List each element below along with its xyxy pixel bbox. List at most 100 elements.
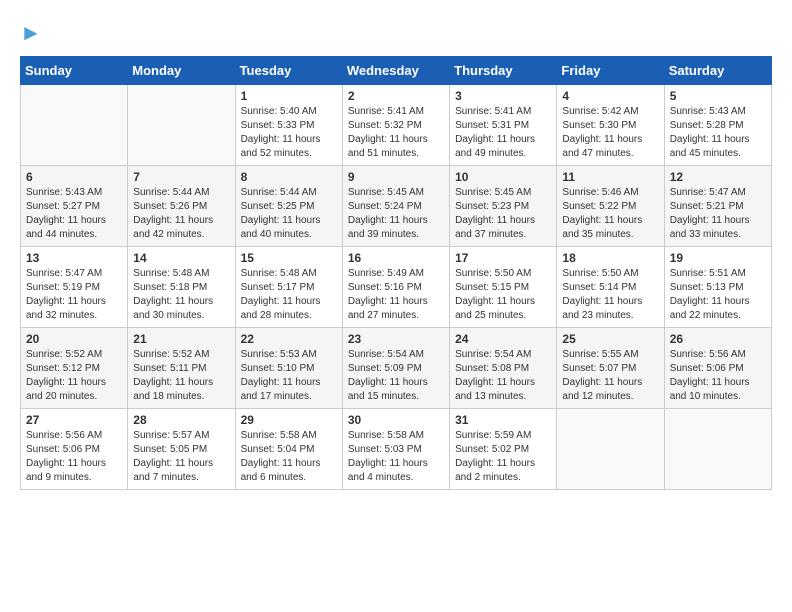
- day-info: Sunrise: 5:44 AMSunset: 5:25 PMDaylight:…: [241, 186, 337, 242]
- calendar-cell: [664, 409, 771, 490]
- calendar-cell: 9 Sunrise: 5:45 AMSunset: 5:24 PMDaylight…: [342, 166, 449, 247]
- week-row-3: 13Sunrise: 5:47 AMSunset: 5:19 PMDayligh…: [21, 247, 772, 328]
- calendar-cell: 16 Sunrise: 5:49 AMSunset: 5:16 PMDayligh…: [342, 247, 449, 328]
- calendar-cell: 2Sunrise: 5:41 AMSunset: 5:32 PMDaylight…: [342, 85, 449, 166]
- day-number: 14: [133, 251, 229, 265]
- logo-text: ►: [20, 20, 42, 46]
- weekday-header-row: SundayMondayTuesdayWednesdayThursdayFrid…: [21, 57, 772, 85]
- day-number: 9: [348, 170, 444, 184]
- day-info: Sunrise: 5:47 AMSunset: 5:19 PMDaylight:…: [26, 267, 122, 323]
- day-info: Sunrise: 5:41 AMSunset: 5:31 PMDaylight:…: [455, 105, 551, 161]
- calendar-cell: 14 Sunrise: 5:48 AMSunset: 5:18 PMDayligh…: [128, 247, 235, 328]
- day-number: 19: [670, 251, 766, 265]
- day-info: Sunrise: 5:51 AMSunset: 5:13 PMDaylight:…: [670, 267, 766, 323]
- calendar-cell: 8 Sunrise: 5:44 AMSunset: 5:25 PMDaylight…: [235, 166, 342, 247]
- day-info: Sunrise: 5:58 AMSunset: 5:03 PMDaylight:…: [348, 429, 444, 485]
- day-number: 17: [455, 251, 551, 265]
- calendar-cell: 12 Sunrise: 5:47 AMSunset: 5:21 PMDayligh…: [664, 166, 771, 247]
- calendar-cell: 23 Sunrise: 5:54 AMSunset: 5:09 PMDayligh…: [342, 328, 449, 409]
- calendar-cell: 17 Sunrise: 5:50 AMSunset: 5:15 PMDayligh…: [450, 247, 557, 328]
- day-number: 4: [562, 89, 658, 103]
- day-number: 8: [241, 170, 337, 184]
- calendar-cell: 15Sunrise: 5:48 AMSunset: 5:17 PMDayligh…: [235, 247, 342, 328]
- day-info: Sunrise: 5:55 AMSunset: 5:07 PMDaylight:…: [562, 348, 658, 404]
- week-row-1: 1 Sunrise: 5:40 AMSunset: 5:33 PMDaylight…: [21, 85, 772, 166]
- day-number: 3: [455, 89, 551, 103]
- calendar-table: SundayMondayTuesdayWednesdayThursdayFrid…: [20, 56, 772, 490]
- day-number: 5: [670, 89, 766, 103]
- day-number: 7: [133, 170, 229, 184]
- weekday-header-thursday: Thursday: [450, 57, 557, 85]
- calendar-cell: 3 Sunrise: 5:41 AMSunset: 5:31 PMDaylight…: [450, 85, 557, 166]
- calendar-cell: 26 Sunrise: 5:56 AMSunset: 5:06 PMDayligh…: [664, 328, 771, 409]
- day-number: 1: [241, 89, 337, 103]
- day-info: Sunrise: 5:46 AMSunset: 5:22 PMDaylight:…: [562, 186, 658, 242]
- calendar-cell: 30 Sunrise: 5:58 AMSunset: 5:03 PMDayligh…: [342, 409, 449, 490]
- calendar-cell: [557, 409, 664, 490]
- day-info: Sunrise: 5:53 AMSunset: 5:10 PMDaylight:…: [241, 348, 337, 404]
- day-info: Sunrise: 5:50 AMSunset: 5:14 PMDaylight:…: [562, 267, 658, 323]
- day-number: 29: [241, 413, 337, 427]
- calendar-cell: 19 Sunrise: 5:51 AMSunset: 5:13 PMDayligh…: [664, 247, 771, 328]
- day-number: 27: [26, 413, 122, 427]
- day-number: 25: [562, 332, 658, 346]
- day-number: 23: [348, 332, 444, 346]
- calendar-cell: 13Sunrise: 5:47 AMSunset: 5:19 PMDayligh…: [21, 247, 128, 328]
- day-number: 18: [562, 251, 658, 265]
- day-info: Sunrise: 5:48 AMSunset: 5:18 PMDaylight:…: [133, 267, 229, 323]
- logo: ►: [20, 20, 42, 46]
- calendar-cell: 29 Sunrise: 5:58 AMSunset: 5:04 PMDayligh…: [235, 409, 342, 490]
- calendar-cell: 4 Sunrise: 5:42 AMSunset: 5:30 PMDaylight…: [557, 85, 664, 166]
- day-info: Sunrise: 5:54 AMSunset: 5:08 PMDaylight:…: [455, 348, 551, 404]
- day-info: Sunrise: 5:54 AMSunset: 5:09 PMDaylight:…: [348, 348, 444, 404]
- calendar-cell: 11 Sunrise: 5:46 AMSunset: 5:22 PMDayligh…: [557, 166, 664, 247]
- calendar-cell: 25 Sunrise: 5:55 AMSunset: 5:07 PMDayligh…: [557, 328, 664, 409]
- weekday-header-wednesday: Wednesday: [342, 57, 449, 85]
- day-info: Sunrise: 5:42 AMSunset: 5:30 PMDaylight:…: [562, 105, 658, 161]
- calendar-cell: 5 Sunrise: 5:43 AMSunset: 5:28 PMDaylight…: [664, 85, 771, 166]
- calendar-cell: 18 Sunrise: 5:50 AMSunset: 5:14 PMDayligh…: [557, 247, 664, 328]
- day-number: 6: [26, 170, 122, 184]
- day-info: Sunrise: 5:45 AMSunset: 5:24 PMDaylight:…: [348, 186, 444, 242]
- day-number: 30: [348, 413, 444, 427]
- calendar-cell: 31 Sunrise: 5:59 AMSunset: 5:02 PMDayligh…: [450, 409, 557, 490]
- calendar-cell: 6 Sunrise: 5:43 AMSunset: 5:27 PMDaylight…: [21, 166, 128, 247]
- day-info: Sunrise: 5:59 AMSunset: 5:02 PMDaylight:…: [455, 429, 551, 485]
- calendar-cell: [21, 85, 128, 166]
- day-info: Sunrise: 5:43 AMSunset: 5:27 PMDaylight:…: [26, 186, 122, 242]
- day-info: Sunrise: 5:56 AMSunset: 5:06 PMDaylight:…: [670, 348, 766, 404]
- weekday-header-saturday: Saturday: [664, 57, 771, 85]
- weekday-header-tuesday: Tuesday: [235, 57, 342, 85]
- day-info: Sunrise: 5:40 AMSunset: 5:33 PMDaylight:…: [241, 105, 337, 161]
- day-info: Sunrise: 5:43 AMSunset: 5:28 PMDaylight:…: [670, 105, 766, 161]
- calendar-cell: 10Sunrise: 5:45 AMSunset: 5:23 PMDayligh…: [450, 166, 557, 247]
- week-row-4: 20Sunrise: 5:52 AMSunset: 5:12 PMDayligh…: [21, 328, 772, 409]
- day-info: Sunrise: 5:44 AMSunset: 5:26 PMDaylight:…: [133, 186, 229, 242]
- calendar-cell: 20Sunrise: 5:52 AMSunset: 5:12 PMDayligh…: [21, 328, 128, 409]
- day-number: 28: [133, 413, 229, 427]
- day-number: 15: [241, 251, 337, 265]
- day-number: 26: [670, 332, 766, 346]
- day-info: Sunrise: 5:57 AMSunset: 5:05 PMDaylight:…: [133, 429, 229, 485]
- day-info: Sunrise: 5:47 AMSunset: 5:21 PMDaylight:…: [670, 186, 766, 242]
- day-info: Sunrise: 5:41 AMSunset: 5:32 PMDaylight:…: [348, 105, 444, 161]
- calendar-cell: 24Sunrise: 5:54 AMSunset: 5:08 PMDayligh…: [450, 328, 557, 409]
- week-row-2: 6 Sunrise: 5:43 AMSunset: 5:27 PMDaylight…: [21, 166, 772, 247]
- weekday-header-friday: Friday: [557, 57, 664, 85]
- day-info: Sunrise: 5:56 AMSunset: 5:06 PMDaylight:…: [26, 429, 122, 485]
- day-info: Sunrise: 5:45 AMSunset: 5:23 PMDaylight:…: [455, 186, 551, 242]
- day-number: 31: [455, 413, 551, 427]
- day-info: Sunrise: 5:58 AMSunset: 5:04 PMDaylight:…: [241, 429, 337, 485]
- calendar-cell: [128, 85, 235, 166]
- day-number: 12: [670, 170, 766, 184]
- day-info: Sunrise: 5:50 AMSunset: 5:15 PMDaylight:…: [455, 267, 551, 323]
- calendar-cell: 21Sunrise: 5:52 AMSunset: 5:11 PMDayligh…: [128, 328, 235, 409]
- day-number: 11: [562, 170, 658, 184]
- calendar-cell: 22Sunrise: 5:53 AMSunset: 5:10 PMDayligh…: [235, 328, 342, 409]
- page-header: ►: [20, 20, 772, 46]
- day-info: Sunrise: 5:49 AMSunset: 5:16 PMDaylight:…: [348, 267, 444, 323]
- day-number: 16: [348, 251, 444, 265]
- calendar-cell: 7 Sunrise: 5:44 AMSunset: 5:26 PMDaylight…: [128, 166, 235, 247]
- calendar-cell: 27 Sunrise: 5:56 AMSunset: 5:06 PMDayligh…: [21, 409, 128, 490]
- day-info: Sunrise: 5:52 AMSunset: 5:11 PMDaylight:…: [133, 348, 229, 404]
